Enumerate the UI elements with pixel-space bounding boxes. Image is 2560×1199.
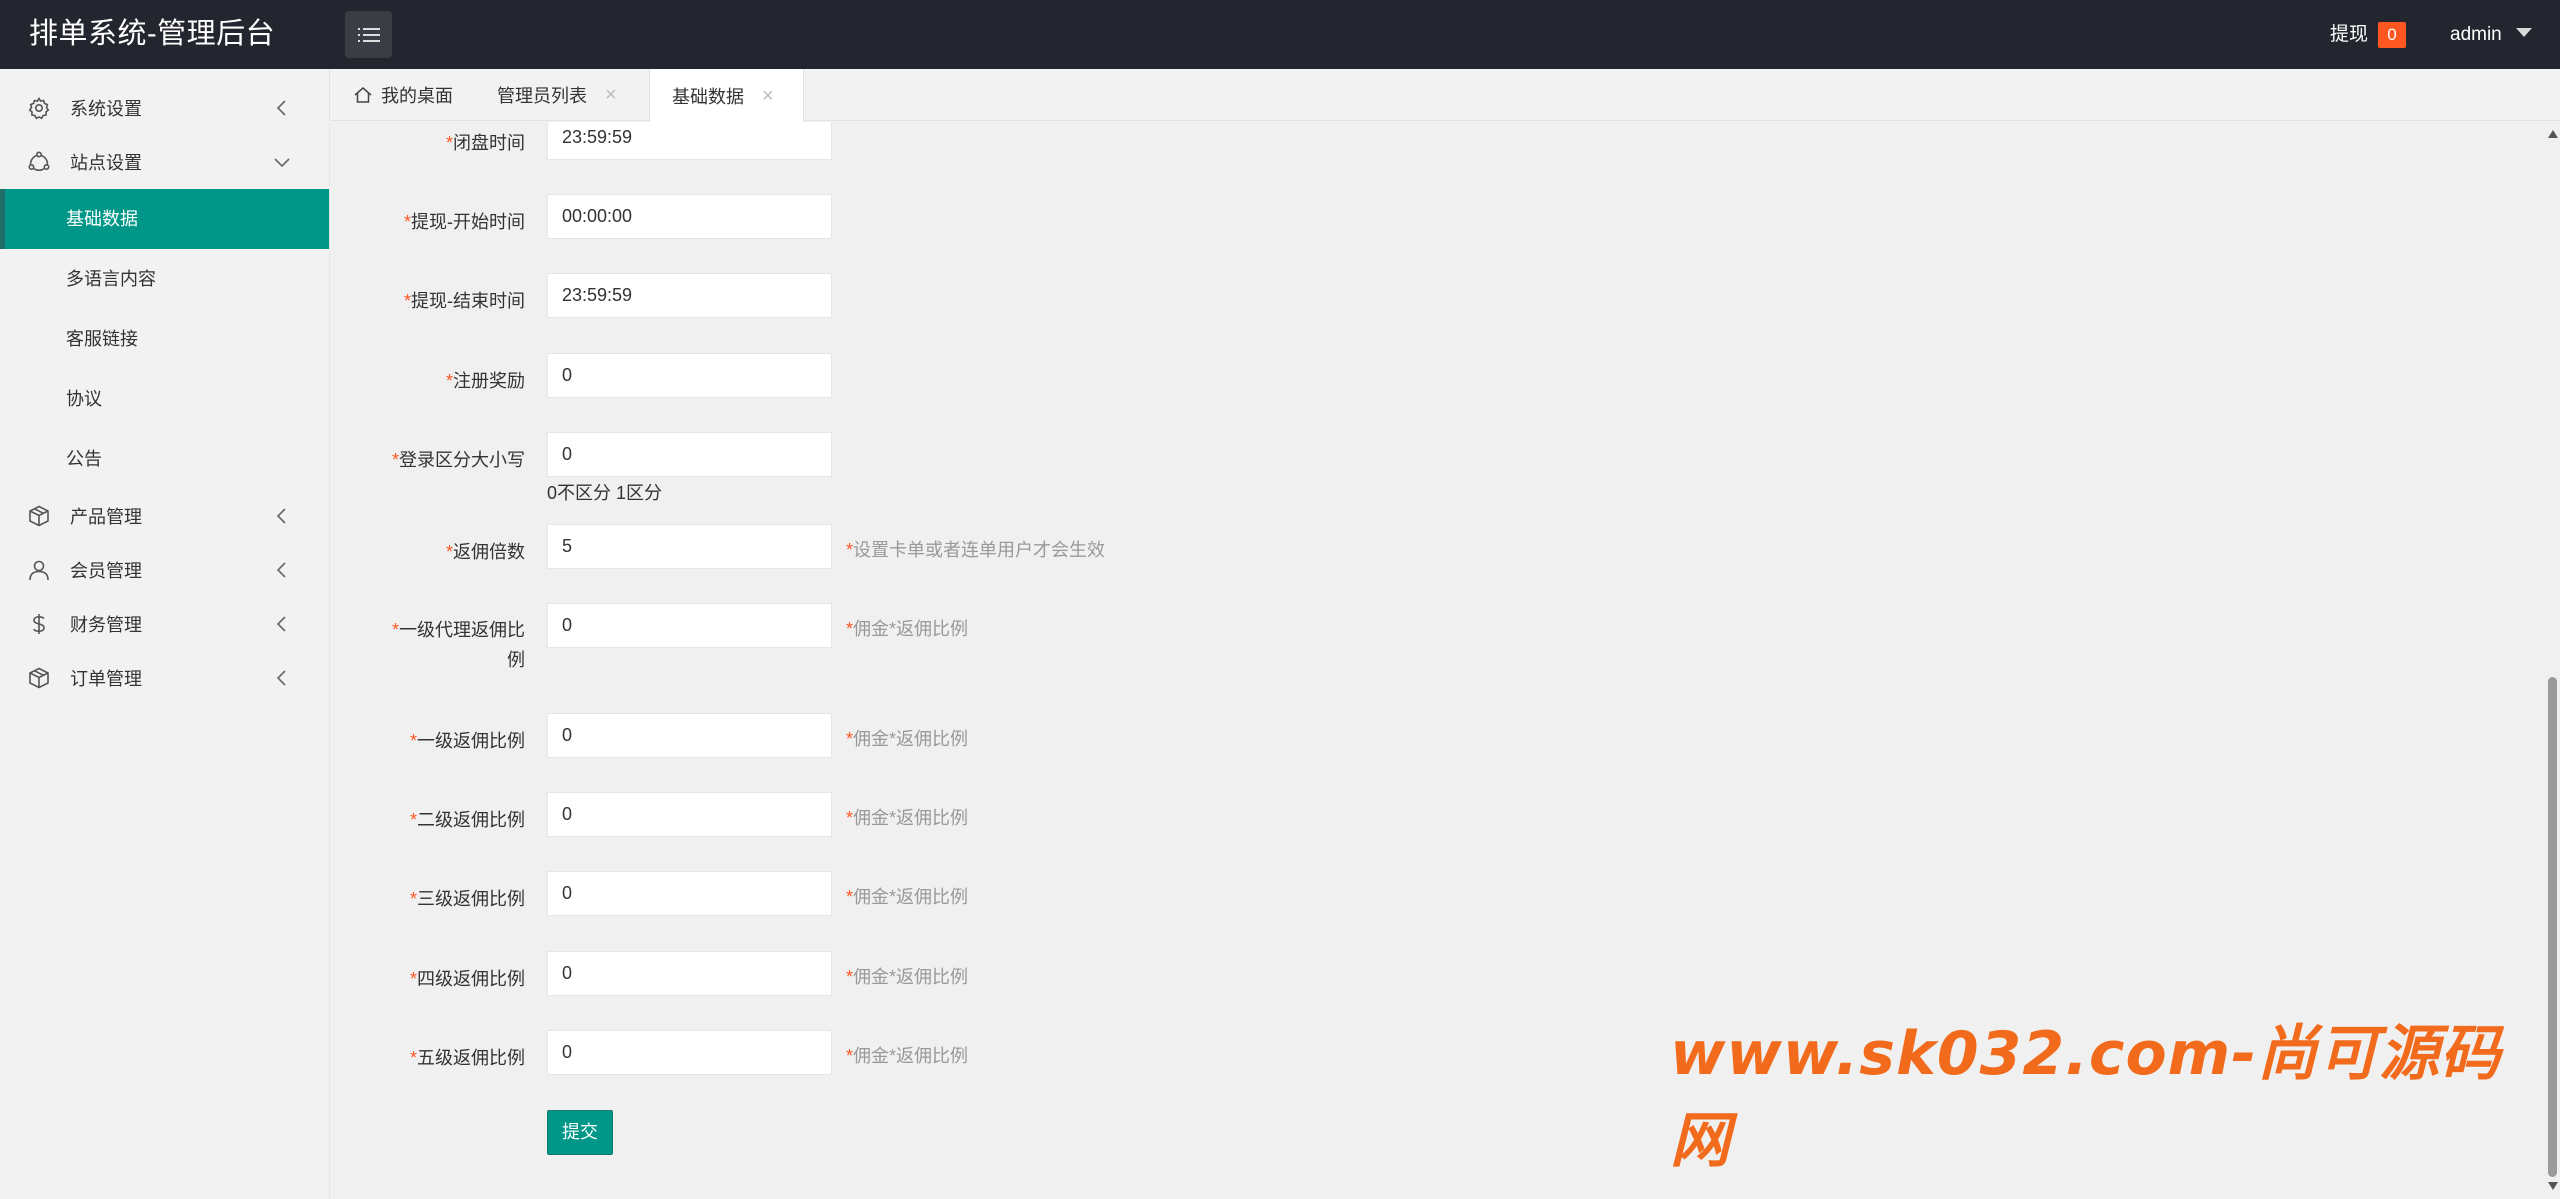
field-label: *四级返佣比例 [409,969,525,989]
user-menu[interactable]: admin [2450,0,2532,69]
dollar-icon [26,611,52,637]
sidebar-group-label: 产品管理 [70,507,142,527]
sidebar-item-basic-data[interactable]: 基础数据 [0,189,329,249]
field-hint: *佣金*返佣比例 [846,967,969,987]
close-icon[interactable]: × [605,85,617,105]
sidebar-group-finance[interactable]: 财务管理 [0,597,329,651]
menu-list-icon [357,27,380,42]
field-label: *一级返佣比例 [409,731,525,751]
withdraw-label: 提现 [2330,24,2369,45]
withdraw-count-badge: 0 [2378,21,2407,48]
field-label: *闭盘时间 [445,133,525,153]
sidebar-group-label: 系统设置 [70,99,142,119]
tab-label: 基础数据 [672,86,744,107]
tab-basic-data[interactable]: 基础数据 × [649,69,804,122]
sidebar: 系统设置 站点设置 基础数据 多语言内容 客服链接 协议 公告 产品管理 会员管… [0,69,330,1199]
chevron-left-icon [276,670,286,686]
home-icon [354,87,372,103]
sidebar-group-product[interactable]: 产品管理 [0,489,329,543]
withdraw-link[interactable]: 提现 0 [2330,0,2407,69]
withdraw-start-input[interactable]: 00:00:00 [547,194,832,239]
tab-desktop[interactable]: 我的桌面 [353,69,453,121]
field-label: *返佣倍数 [445,542,525,562]
field-hint: *设置卡单或者连单用户才会生效 [846,540,1106,560]
sidebar-group-label: 订单管理 [70,669,142,689]
box-icon [26,665,52,691]
menu-toggle-button[interactable] [345,11,392,58]
chevron-down-icon [274,158,290,168]
app-title: 排单系统-管理后台 [29,18,276,50]
level4-rebate-input[interactable]: 0 [547,951,832,996]
field-label: *登录区分大小写 [391,450,525,470]
box-icon [26,503,52,529]
register-bonus-input[interactable]: 0 [547,353,832,398]
field-hint: *佣金*返佣比例 [846,729,969,749]
field-label: *提现-开始时间 [403,212,525,232]
field-hint: *佣金*返佣比例 [846,619,969,639]
sidebar-group-label: 站点设置 [70,153,142,173]
field-hint: *佣金*返佣比例 [846,808,969,828]
login-case-note: 0不区分 1区分 [547,483,663,503]
sidebar-item-agreement[interactable]: 协议 [0,369,329,429]
user-icon [26,557,52,583]
sidebar-item-service-link[interactable]: 客服链接 [0,309,329,369]
tab-label: 管理员列表 [497,86,587,106]
field-hint: *佣金*返佣比例 [846,887,969,907]
login-case-input[interactable]: 0 [547,432,832,477]
sidebar-group-label: 财务管理 [70,615,142,635]
scroll-up-icon[interactable] [2548,130,2558,138]
sidebar-group-system[interactable]: 系统设置 [0,81,329,135]
sidebar-group-site[interactable]: 站点设置 [0,135,329,189]
gear-icon [26,95,52,121]
submit-button[interactable]: 提交 [547,1110,613,1155]
scroll-down-icon[interactable] [2548,1182,2558,1190]
sidebar-group-member[interactable]: 会员管理 [0,543,329,597]
tab-label: 我的桌面 [381,86,453,106]
chevron-left-icon [276,100,286,116]
agent-rebate-input[interactable]: 0 [547,603,832,648]
field-label: *一级代理返佣比例 [391,620,525,670]
field-label: *提现-结束时间 [403,291,525,311]
field-label: *三级返佣比例 [409,889,525,909]
field-label: *注册奖励 [445,371,525,391]
tab-admin-list[interactable]: 管理员列表 × [497,69,617,121]
sidebar-item-multilang[interactable]: 多语言内容 [0,249,329,309]
rebate-multiplier-input[interactable]: 5 [547,524,832,569]
site-icon [26,149,52,175]
tab-bar: 我的桌面 管理员列表 × 基础数据 × [331,69,2560,122]
user-name: admin [2450,24,2502,45]
close-icon[interactable]: × [762,86,774,106]
sidebar-item-notice[interactable]: 公告 [0,429,329,489]
level3-rebate-input[interactable]: 0 [547,871,832,916]
chevron-left-icon [276,508,286,524]
withdraw-end-input[interactable]: 23:59:59 [547,273,832,318]
level5-rebate-input[interactable]: 0 [547,1030,832,1075]
watermark-text: www.sk032.com-尚可源码网 [1670,1019,2502,1176]
caret-down-icon [2515,28,2532,37]
field-label: *二级返佣比例 [409,810,525,830]
level1-rebate-input[interactable]: 0 [547,713,832,758]
closing-time-input[interactable]: 23:59:59 [547,122,832,160]
field-hint: *佣金*返佣比例 [846,1046,969,1066]
sidebar-group-label: 会员管理 [70,561,142,581]
level2-rebate-input[interactable]: 0 [547,792,832,837]
field-label: *五级返佣比例 [409,1048,525,1068]
chevron-left-icon [276,562,286,578]
chevron-left-icon [276,616,286,632]
top-header: 排单系统-管理后台 提现 0 admin [0,0,2560,69]
sidebar-group-order[interactable]: 订单管理 [0,651,329,705]
